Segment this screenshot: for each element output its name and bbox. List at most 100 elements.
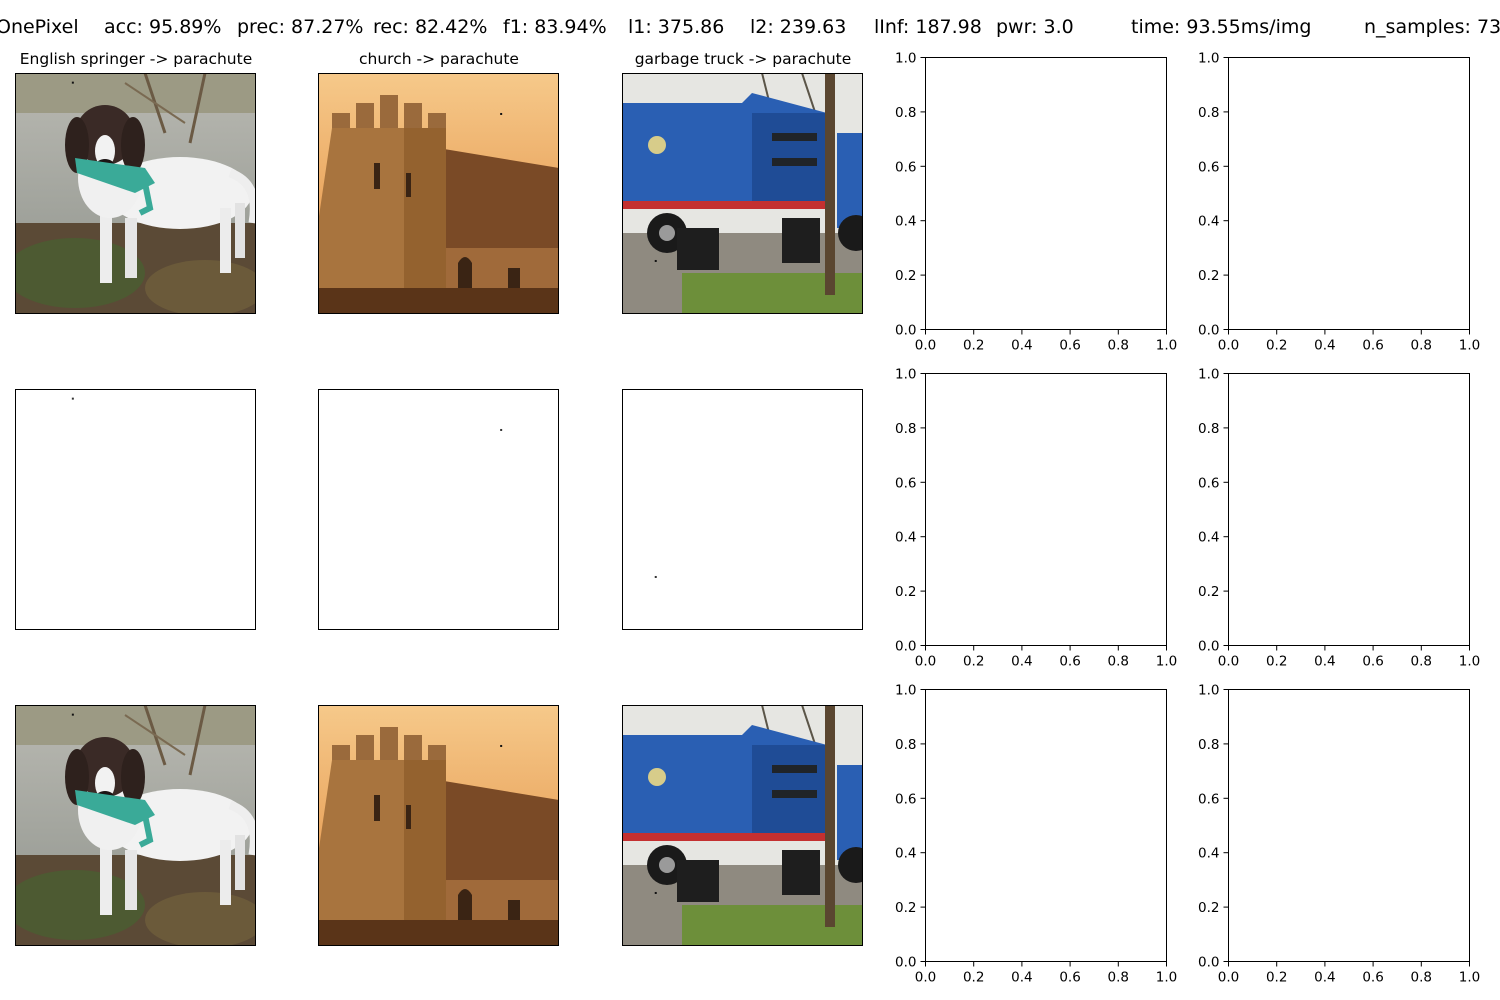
x-tick-label: 0.2 [963,654,984,670]
y-tick-label: 1.0 [1198,51,1219,67]
y-tick-label: 0.4 [1198,530,1219,546]
x-tick-label: 0.6 [1362,970,1383,986]
church-original-image [318,73,559,314]
english-springer-original-panel [15,73,256,314]
church-original-panel [318,73,559,314]
x-tick-label: 0.4 [1314,654,1335,670]
garbage-truck-adversarial-image [622,705,863,946]
garbage-truck-perturbation-perturbed-pixel [654,575,657,578]
x-tick-label: 0.2 [1266,338,1287,354]
x-tick-label: 0.2 [1266,970,1287,986]
garbage-truck-original-panel [622,73,863,314]
church-perturbation-panel [318,389,559,630]
empty-axes-r1-c1: 0.00.0 0.2 0.2 0.4 0.4 0.6 0.6 0.8 0.8 1.0 1.0 [1198,367,1480,670]
x-tick-label: 0.2 [963,970,984,986]
church-perturbation-perturbed-pixel [500,428,503,431]
axes-frame [925,689,1167,962]
y-tick-label: 0.2 [895,268,916,284]
x-tick-label: 0.6 [1059,970,1080,986]
english-springer-adversarial-image [15,705,256,946]
x-tick-label: 0.6 [1362,654,1383,670]
y-tick-label: 0.4 [895,214,916,230]
axes-frame [1228,689,1470,962]
garbage-truck-adversarial-perturbed-pixel [654,891,657,894]
x-tick-label: 0.8 [1108,338,1129,354]
church-adversarial-perturbed-pixel [500,744,503,747]
x-tick-label: 0.4 [1011,654,1032,670]
y-tick-label: 0.6 [895,159,916,175]
x-tick-label: 0.2 [963,338,984,354]
y-tick-label: 1.0 [895,683,916,699]
panel-title-springer: English springer -> parachute [20,50,253,68]
x-tick-label: 0.8 [1108,654,1129,670]
x-tick-label: 0.8 [1108,970,1129,986]
y-tick-label: 0.6 [1198,475,1219,491]
x-tick-label: 1.0 [1459,338,1480,354]
y-tick-label: 0.2 [895,900,916,916]
axes-frame [925,373,1167,646]
empty-axes-r2-c0: 0.00.0 0.2 0.2 0.4 0.4 0.6 0.6 0.8 0.8 1.0 1.0 [895,683,1177,986]
empty-axes-r0-c1: 0.00.0 0.2 0.2 0.4 0.4 0.6 0.6 0.8 0.8 1.0 1.0 [1198,51,1480,354]
axes-frame [1228,373,1470,646]
garbage-truck-perturbation-panel [622,389,863,630]
x-tick-label: 0.0 [915,338,936,354]
y-tick-label: 0.8 [895,737,916,753]
y-tick-label: 0.8 [1198,737,1219,753]
y-tick-label: 0.0 [1198,955,1219,971]
x-tick-label: 0.4 [1314,338,1335,354]
y-tick-label: 0.2 [895,584,916,600]
perturbation-background [622,389,863,630]
x-tick-label: 0.0 [915,970,936,986]
x-tick-label: 1.0 [1156,654,1177,670]
y-tick-label: 0.8 [895,421,916,437]
y-tick-label: 1.0 [895,51,916,67]
x-tick-label: 0.0 [1218,970,1239,986]
x-tick-label: 0.2 [1266,654,1287,670]
y-tick-label: 0.6 [895,791,916,807]
axes-frame [1228,57,1470,330]
garbage-truck-original-image [622,73,863,314]
y-tick-label: 0.0 [895,323,916,339]
english-springer-adversarial-panel [15,705,256,946]
y-tick-label: 0.4 [1198,214,1219,230]
y-tick-label: 0.4 [895,530,916,546]
church-original-perturbed-pixel [500,112,503,115]
english-springer-perturbation-panel [15,389,256,630]
y-tick-label: 0.6 [1198,791,1219,807]
y-tick-label: 0.0 [895,639,916,655]
y-tick-label: 0.0 [895,955,916,971]
panel-title-church: church -> parachute [359,50,519,68]
y-tick-label: 0.8 [1198,105,1219,121]
x-tick-label: 0.6 [1059,654,1080,670]
church-adversarial-panel [318,705,559,946]
y-tick-label: 0.8 [895,105,916,121]
y-tick-label: 0.6 [895,475,916,491]
y-tick-label: 0.2 [1198,900,1219,916]
y-tick-label: 1.0 [1198,683,1219,699]
english-springer-perturbation-perturbed-pixel [71,397,74,400]
perturbation-background [318,389,559,630]
empty-axes-r1-c0: 0.00.0 0.2 0.2 0.4 0.4 0.6 0.6 0.8 0.8 1.0 1.0 [895,367,1177,670]
empty-axes-r0-c0: 0.00.0 0.2 0.2 0.4 0.4 0.6 0.6 0.8 0.8 1.0 1.0 [895,51,1177,354]
axes-frame [925,57,1167,330]
subplot-grid: English springer -> parachute church -> … [15,50,1480,986]
church-adversarial-image [318,705,559,946]
y-tick-label: 1.0 [1198,367,1219,383]
x-tick-label: 1.0 [1459,654,1480,670]
x-tick-label: 0.0 [915,654,936,670]
x-tick-label: 0.8 [1411,970,1432,986]
y-tick-label: 0.6 [1198,159,1219,175]
y-tick-label: 0.0 [1198,639,1219,655]
garbage-truck-adversarial-panel [622,705,863,946]
y-tick-label: 0.8 [1198,421,1219,437]
x-tick-label: 1.0 [1156,970,1177,986]
x-tick-label: 0.4 [1314,970,1335,986]
garbage-truck-original-perturbed-pixel [654,259,657,262]
x-tick-label: 1.0 [1459,970,1480,986]
y-tick-label: 0.2 [1198,268,1219,284]
x-tick-label: 0.8 [1411,654,1432,670]
x-tick-label: 0.6 [1362,338,1383,354]
y-tick-label: 0.2 [1198,584,1219,600]
y-tick-label: 0.4 [895,846,916,862]
x-tick-label: 0.4 [1011,970,1032,986]
